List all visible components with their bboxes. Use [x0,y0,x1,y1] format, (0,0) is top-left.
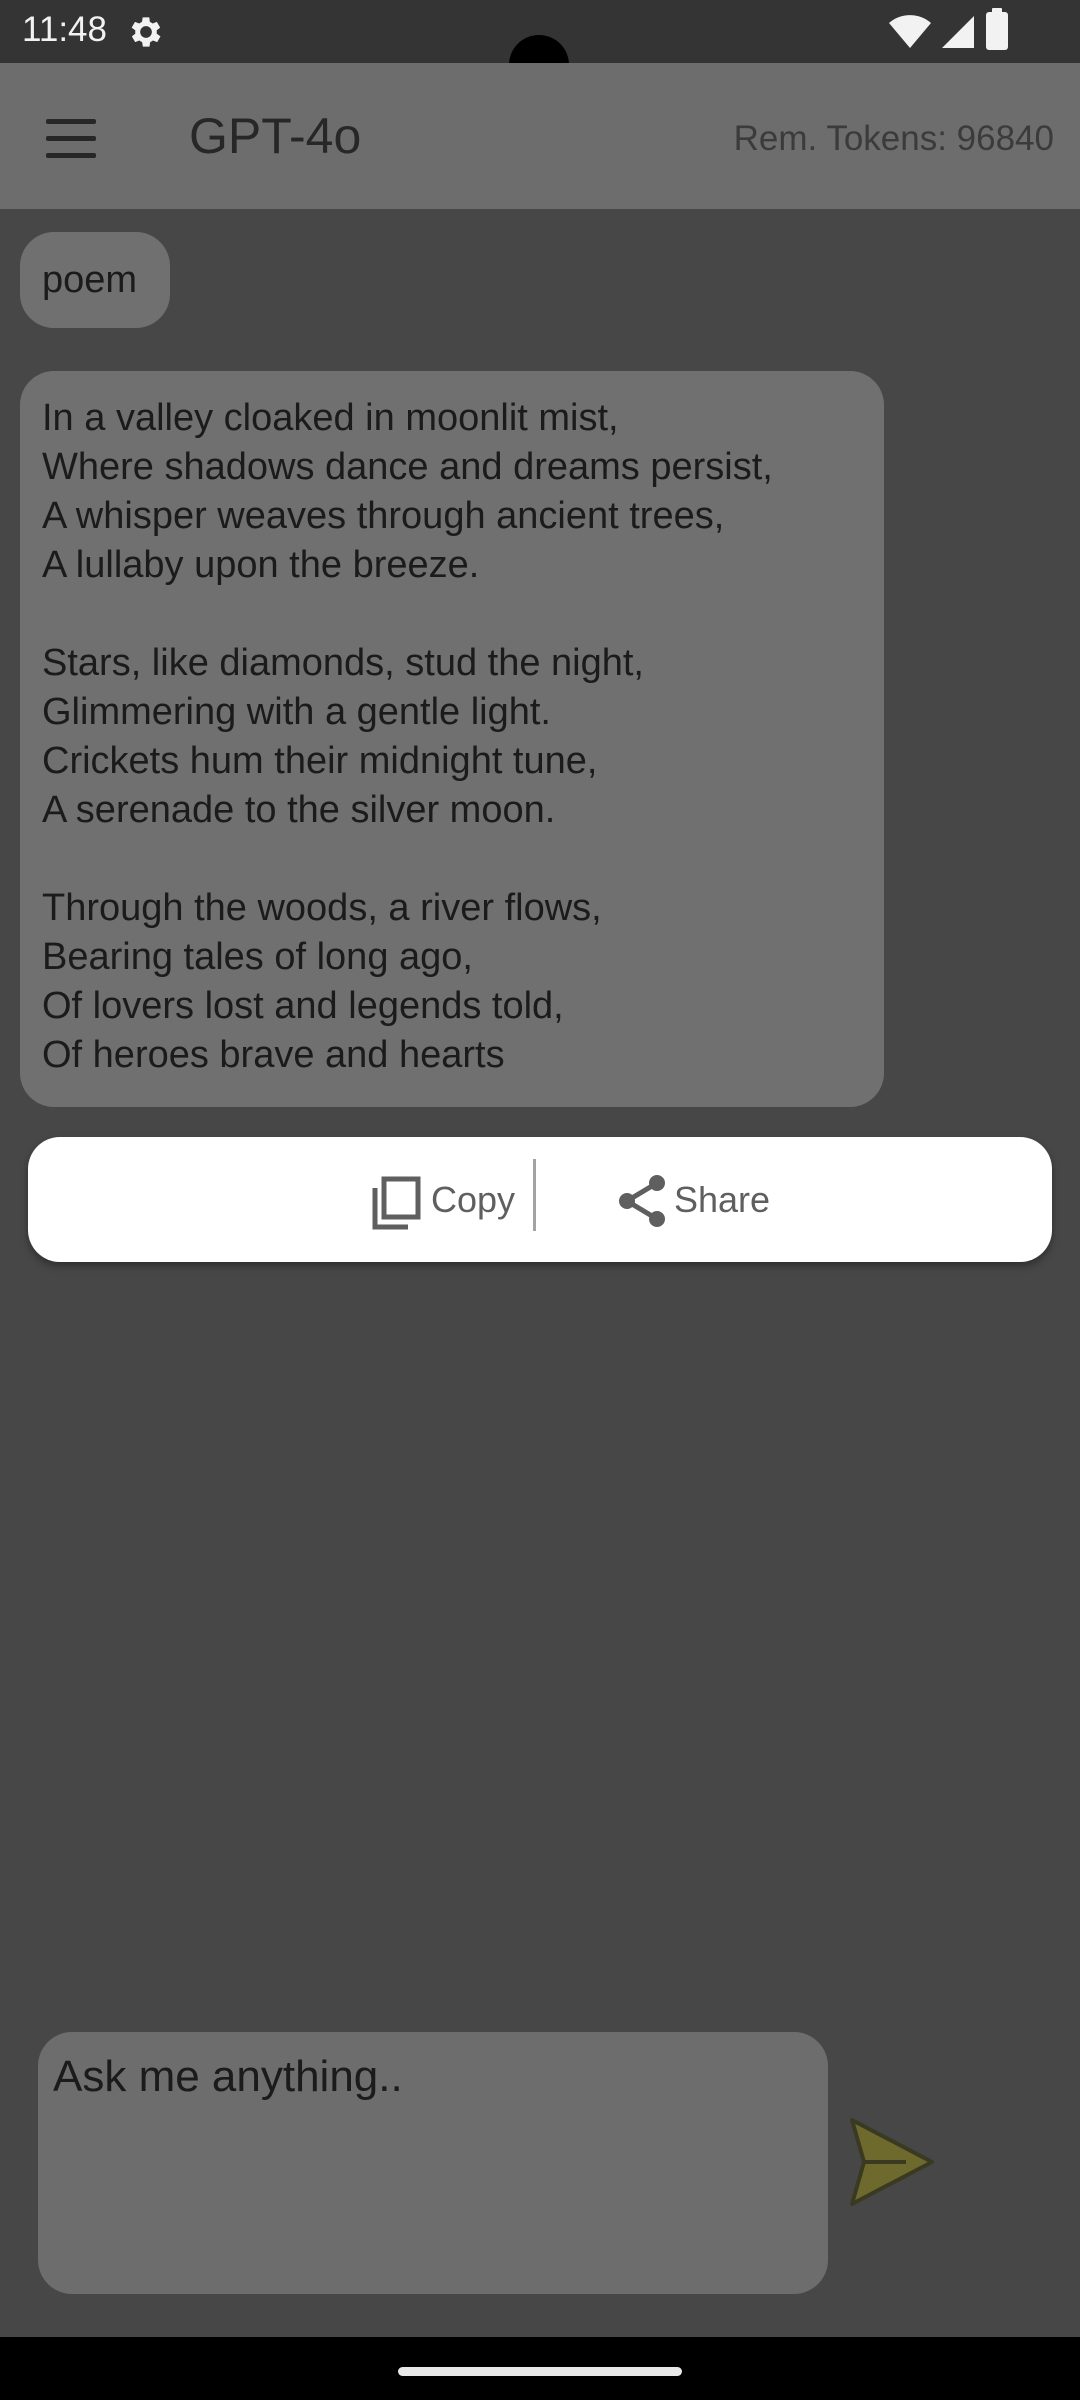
home-indicator[interactable] [398,2367,682,2376]
battery-icon [986,8,1008,50]
user-message-text: poem [42,259,138,301]
user-message-bubble[interactable]: poem [20,232,170,328]
wifi-icon [889,15,931,48]
screen: 11:48 GPT-4o Rem. Tokens: 96840 poem In … [0,0,1080,2400]
poem-line: Where shadows dance and dreams persist, [42,446,773,488]
poem-line: Glimmering with a gentle light. [42,691,551,733]
poem-line: A whisper weaves through ancient trees, [42,495,725,537]
poem-line: In a valley cloaked in moonlit mist, [42,397,619,439]
poem-line: Of lovers lost and legends told, [42,985,564,1027]
signal-icon [942,16,974,48]
message-input[interactable] [38,2032,828,2294]
poem-line: A serenade to the silver moon. [42,789,556,831]
assistant-message-bubble[interactable]: In a valley cloaked in moonlit mist, Whe… [20,371,884,1107]
share-label: Share [674,1179,771,1220]
gear-icon [131,17,161,47]
poem-line: A lullaby upon the breeze. [42,544,480,586]
share-icon [619,1175,665,1227]
status-time: 11:48 [22,10,107,49]
remaining-tokens: Rem. Tokens: 96840 [733,119,1054,158]
message-actions-popup: Copy Share [28,1137,1052,1262]
status-bar: 11:48 [0,0,1080,95]
popup-divider [533,1159,536,1231]
poem-line: Stars, like diamonds, stud the night, [42,642,644,684]
copy-label: Copy [431,1179,516,1220]
poem-blank-line [42,835,884,884]
poem-line: Through the woods, a river flows, [42,887,602,929]
share-button[interactable]: Share [588,1161,788,1237]
app-bar: GPT-4o Rem. Tokens: 96840 [0,63,1080,209]
hamburger-menu-icon[interactable] [36,111,110,167]
poem-line: Crickets hum their midnight tune, [42,740,598,782]
copy-icon [372,1176,421,1230]
poem-blank-line [42,590,884,639]
poem-line: Bearing tales of long ago, [42,936,473,978]
app-title: GPT-4o [189,108,362,164]
navigation-bar [0,2337,1080,2400]
copy-button[interactable]: Copy [338,1161,528,1237]
send-icon[interactable] [846,2110,936,2220]
poem-line: Of heroes brave and hearts [42,1034,505,1076]
